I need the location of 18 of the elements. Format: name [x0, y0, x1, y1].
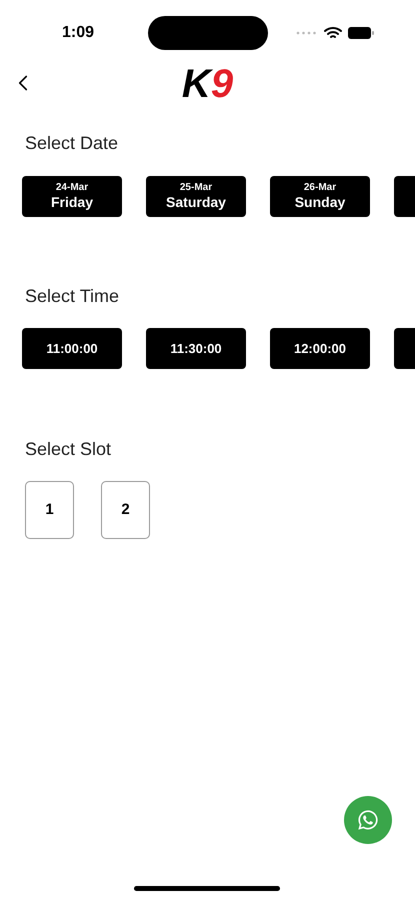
signal-icon — [296, 31, 318, 35]
slot-button[interactable]: 2 — [101, 481, 150, 539]
time-chip[interactable]: 12:00:00 — [270, 328, 370, 369]
date-chip[interactable]: 25-Mar Saturday — [146, 176, 246, 217]
section-title: Select Slot — [25, 438, 112, 461]
time-chip[interactable]: 11:30:00 — [146, 328, 246, 369]
time-chip[interactable]: 11:00:00 — [22, 328, 122, 369]
slot-button[interactable]: 1 — [25, 481, 74, 539]
battery-icon — [348, 27, 374, 39]
wifi-icon — [324, 26, 342, 40]
status-time: 1:09 — [62, 23, 96, 43]
section-title: Select Date — [25, 132, 120, 155]
whatsapp-button[interactable] — [344, 796, 392, 844]
section-title: Select Time — [25, 285, 120, 308]
whatsapp-icon — [357, 809, 379, 831]
date-chip[interactable]: 26-Mar Sunday — [270, 176, 370, 217]
logo: K9 — [182, 64, 234, 104]
date-chip[interactable]: 24-Mar Friday — [22, 176, 122, 217]
